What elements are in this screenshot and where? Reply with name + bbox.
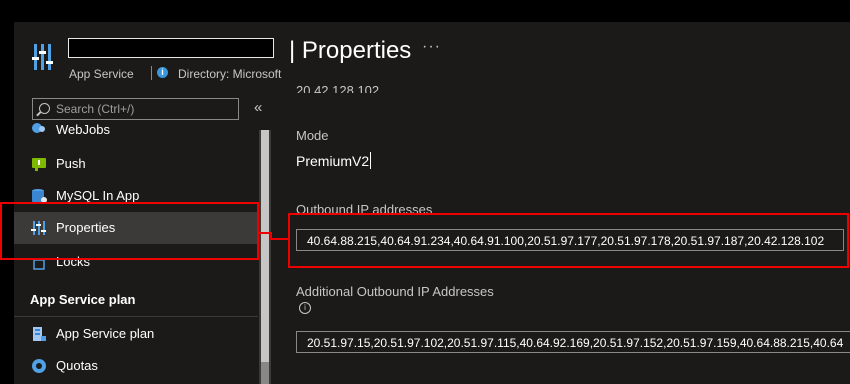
page-title: | Properties bbox=[289, 37, 412, 64]
resource-type-label: App Service bbox=[69, 67, 134, 81]
sidebar-scrollbar-lower bbox=[261, 362, 269, 384]
quotas-icon bbox=[32, 359, 46, 373]
info-icon[interactable]: i bbox=[299, 302, 311, 314]
annotation-box-properties bbox=[0, 202, 259, 260]
annotation-box-outbound-ip bbox=[288, 213, 849, 268]
previous-field-value: 20.42.128.102 bbox=[296, 83, 380, 93]
mode-value-text: PremiumV2 bbox=[296, 153, 370, 169]
properties-header-icon bbox=[32, 44, 53, 70]
sidebar-item-webjobs[interactable]: WebJobs bbox=[14, 118, 258, 142]
mode-label: Mode bbox=[296, 128, 329, 143]
additional-outbound-ip-field[interactable]: 20.51.97.15,20.51.97.102,20.51.97.115,40… bbox=[296, 331, 850, 353]
sidebar-item-push[interactable]: Push bbox=[14, 148, 258, 180]
app-service-plan-icon bbox=[33, 327, 46, 341]
text-cursor bbox=[370, 152, 372, 169]
section-divider bbox=[14, 316, 258, 317]
annotation-connector bbox=[270, 238, 288, 240]
sidebar-scrollbar-thumb[interactable] bbox=[261, 130, 269, 384]
sidebar-item-label: App Service plan bbox=[56, 326, 155, 341]
section-title-app-service-plan: App Service plan bbox=[30, 292, 136, 307]
additional-outbound-ip-label: Additional Outbound IP Addresses bbox=[296, 284, 494, 299]
info-icon: i bbox=[157, 67, 168, 78]
collapse-sidebar-button[interactable]: « bbox=[254, 99, 262, 116]
sidebar-item-label: Quotas bbox=[56, 358, 98, 373]
directory-label: Directory: Microsoft bbox=[178, 67, 282, 81]
push-icon bbox=[32, 158, 46, 171]
sidebar-item-label: MySQL In App bbox=[56, 188, 140, 203]
sidebar-item-quotas[interactable]: Quotas bbox=[14, 350, 258, 382]
sidebar-item-label: Push bbox=[56, 156, 86, 171]
mode-value: PremiumV2 bbox=[296, 152, 372, 169]
webjobs-icon bbox=[32, 123, 45, 133]
sidebar-item-label: WebJobs bbox=[56, 122, 110, 137]
search-input[interactable]: Search (Ctrl+/) bbox=[32, 98, 239, 120]
search-placeholder: Search (Ctrl+/) bbox=[56, 102, 135, 116]
more-options-button[interactable]: ··· bbox=[422, 38, 441, 56]
search-icon bbox=[39, 103, 50, 114]
sidebar-item-app-service-plan[interactable]: App Service plan bbox=[14, 318, 258, 350]
redacted-resource-name bbox=[68, 38, 274, 58]
subtitle-separator bbox=[151, 66, 152, 80]
